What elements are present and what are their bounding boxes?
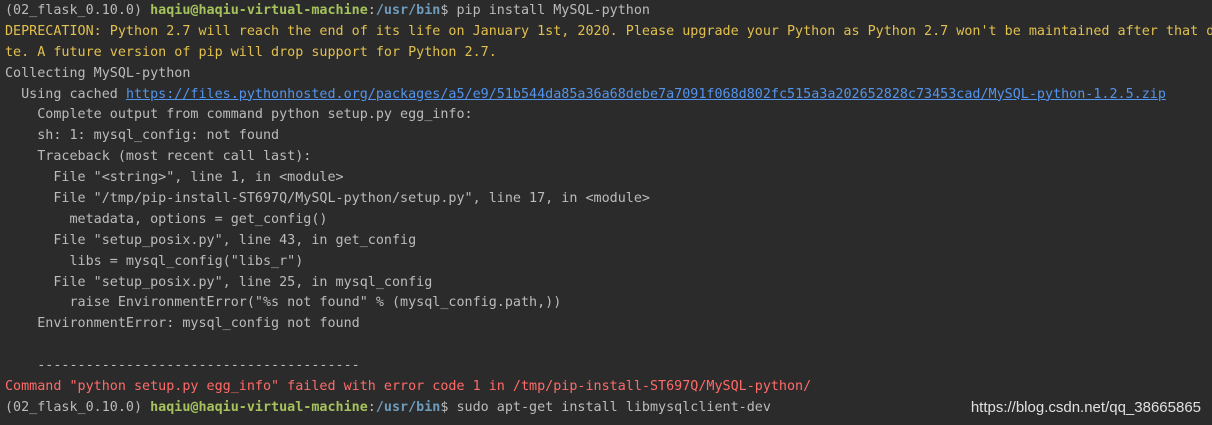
command-text-1: pip install MySQL-python bbox=[456, 3, 650, 18]
prompt-user-host: haqiu@haqiu-virtual-machine bbox=[150, 399, 368, 415]
prompt-symbol: $ bbox=[440, 3, 457, 18]
prompt-venv: (02_flask_0.10.0) bbox=[5, 3, 151, 18]
traceback-line: File "/tmp/pip-install-ST697Q/MySQL-pyth… bbox=[5, 191, 650, 207]
terminal-window[interactable]: (02_flask_0.10.0) haqiu@haqiu-virtual-ma… bbox=[0, 0, 1212, 425]
traceback-line: raise EnvironmentError("%s not found" % … bbox=[5, 295, 562, 311]
traceback-line: File "setup_posix.py", line 43, in get_c… bbox=[5, 232, 417, 248]
sh-error-line: sh: 1: mysql_config: not found bbox=[5, 128, 280, 144]
separator-line: ---------------------------------------- bbox=[5, 358, 360, 374]
prompt-line-1: (02_flask_0.10.0) haqiu@haqiu-virtual-ma… bbox=[5, 1, 1212, 22]
prompt-colon: : bbox=[367, 399, 376, 415]
cached-package-link[interactable]: https://files.pythonhosted.org/packages/… bbox=[126, 87, 1166, 102]
using-cached-line: Using cached https://files.pythonhosted.… bbox=[5, 85, 1212, 106]
prompt-symbol: $ bbox=[440, 399, 457, 415]
environment-error-line: EnvironmentError: mysql_config not found bbox=[5, 316, 360, 332]
command-failed-line: Command "python setup.py egg_info" faile… bbox=[5, 379, 812, 395]
prompt-path: /usr/bin bbox=[375, 3, 441, 18]
deprecation-line-2: te. A future version of pip will drop su… bbox=[5, 44, 497, 60]
traceback-header: Traceback (most recent call last): bbox=[5, 149, 312, 165]
complete-output-line: Complete output from command python setu… bbox=[5, 107, 473, 123]
prompt-user-host: haqiu@haqiu-virtual-machine bbox=[150, 3, 368, 18]
traceback-line: File "<string>", line 1, in <module> bbox=[5, 170, 344, 186]
collecting-line: Collecting MySQL-python bbox=[5, 65, 191, 81]
prompt-venv: (02_flask_0.10.0) bbox=[5, 399, 151, 415]
blog-watermark: https://blog.csdn.net/qq_38665865 bbox=[970, 399, 1201, 416]
traceback-line: File "setup_posix.py", line 25, in mysql… bbox=[5, 274, 433, 290]
prompt-path: /usr/bin bbox=[375, 399, 441, 415]
traceback-line: metadata, options = get_config() bbox=[5, 211, 328, 227]
using-cached-prefix: Using cached bbox=[5, 86, 126, 102]
command-text-2: sudo apt-get install libmysqlclient-dev bbox=[456, 399, 771, 415]
prompt-colon: : bbox=[367, 3, 376, 18]
deprecation-line-1: DEPRECATION: Python 2.7 will reach the e… bbox=[5, 23, 1212, 39]
traceback-line: libs = mysql_config("libs_r") bbox=[5, 253, 304, 269]
